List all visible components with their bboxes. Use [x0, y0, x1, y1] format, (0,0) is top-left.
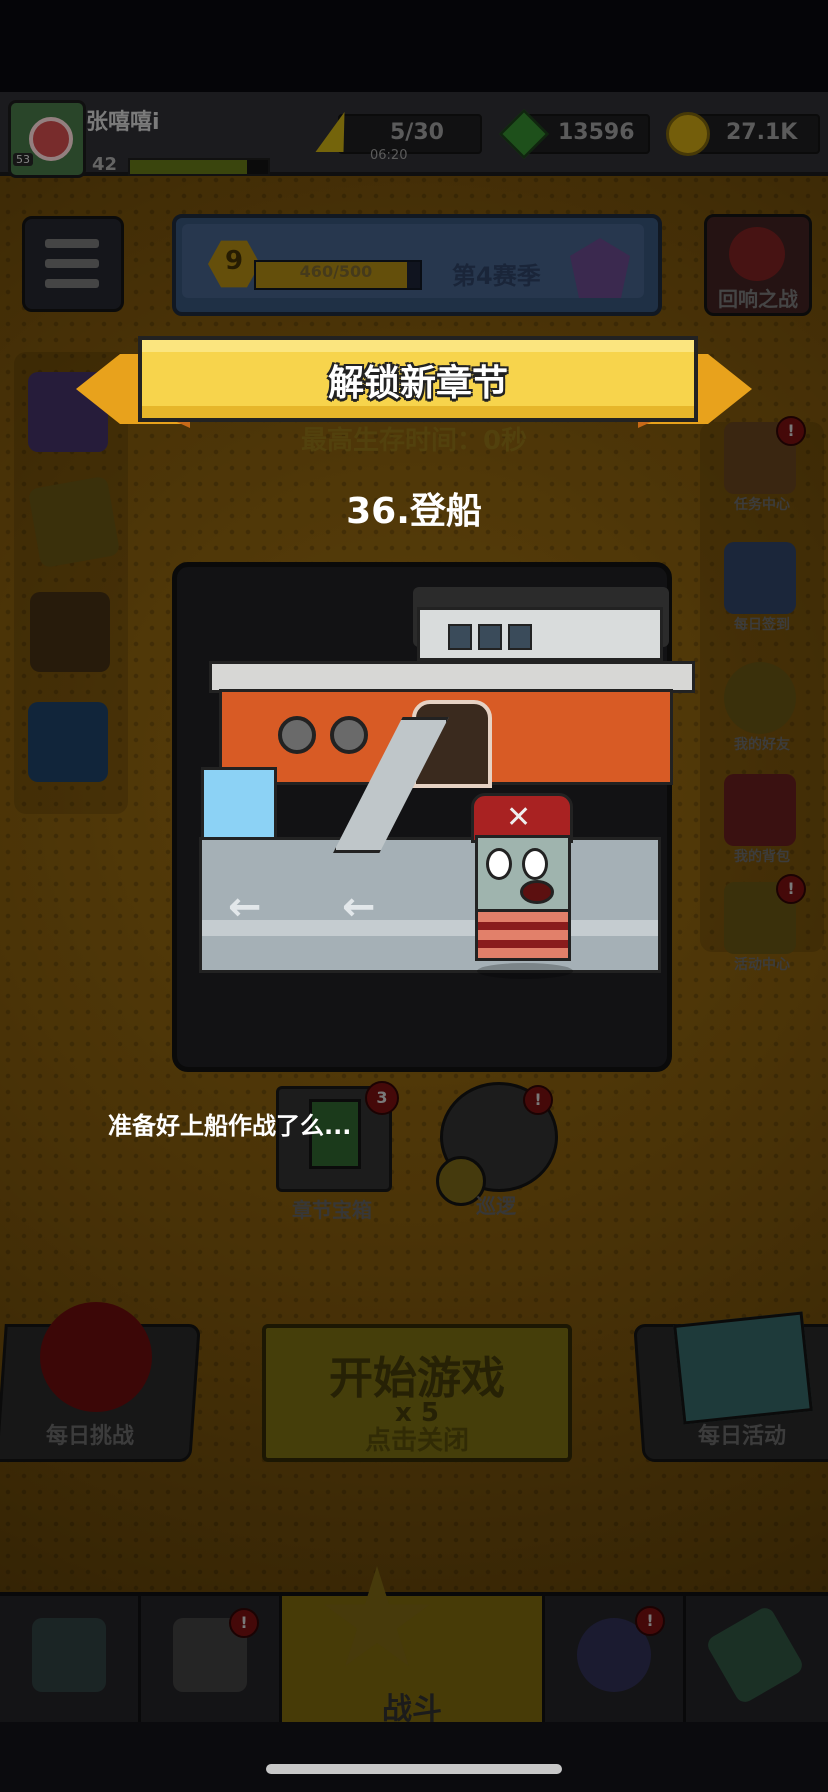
- banner-highlight: [142, 340, 694, 352]
- water: [201, 767, 277, 843]
- status-bar: [0, 0, 828, 92]
- chapter-dialog: 准备好上船作战了么...: [108, 1112, 352, 1140]
- pirate-body: [475, 909, 571, 961]
- chapter-title: 36.登船: [346, 491, 482, 532]
- chapter-illustration: ← ← ✕: [172, 562, 695, 1072]
- cabin-window: [508, 624, 532, 650]
- porthole: [278, 716, 316, 754]
- porthole: [330, 716, 368, 754]
- banner-shade: [142, 406, 694, 418]
- game-screen: 53 张嘻嘻i 42 5/30 06:20 13596 27.1K 9 460/…: [0, 92, 828, 1722]
- ship-hull: [219, 689, 673, 788]
- cabin-window: [478, 624, 502, 650]
- skull-cross-icon: ✕: [506, 800, 532, 835]
- best-survival-time: 最高生存时间：0秒: [300, 426, 528, 456]
- dock: ← ←: [199, 837, 661, 973]
- left-arrow-icon: ←: [342, 884, 376, 930]
- pirate-mouth: [520, 880, 554, 904]
- left-arrow-icon: ←: [228, 884, 262, 930]
- cabin-window: [448, 624, 472, 650]
- banner-ribbon: 解锁新章节: [138, 336, 698, 422]
- ship-cabin: [417, 607, 663, 661]
- pirate-face: [475, 835, 571, 917]
- pirate-eye: [486, 848, 512, 880]
- dock-stripe: [202, 920, 658, 936]
- home-indicator[interactable]: [266, 1764, 562, 1774]
- pirate-shadow: [477, 963, 573, 979]
- banner-title: 解锁新章节: [327, 363, 508, 404]
- shirt-stripe: [478, 940, 568, 948]
- shirt-stripe: [478, 922, 568, 930]
- pirate-eye: [522, 848, 548, 880]
